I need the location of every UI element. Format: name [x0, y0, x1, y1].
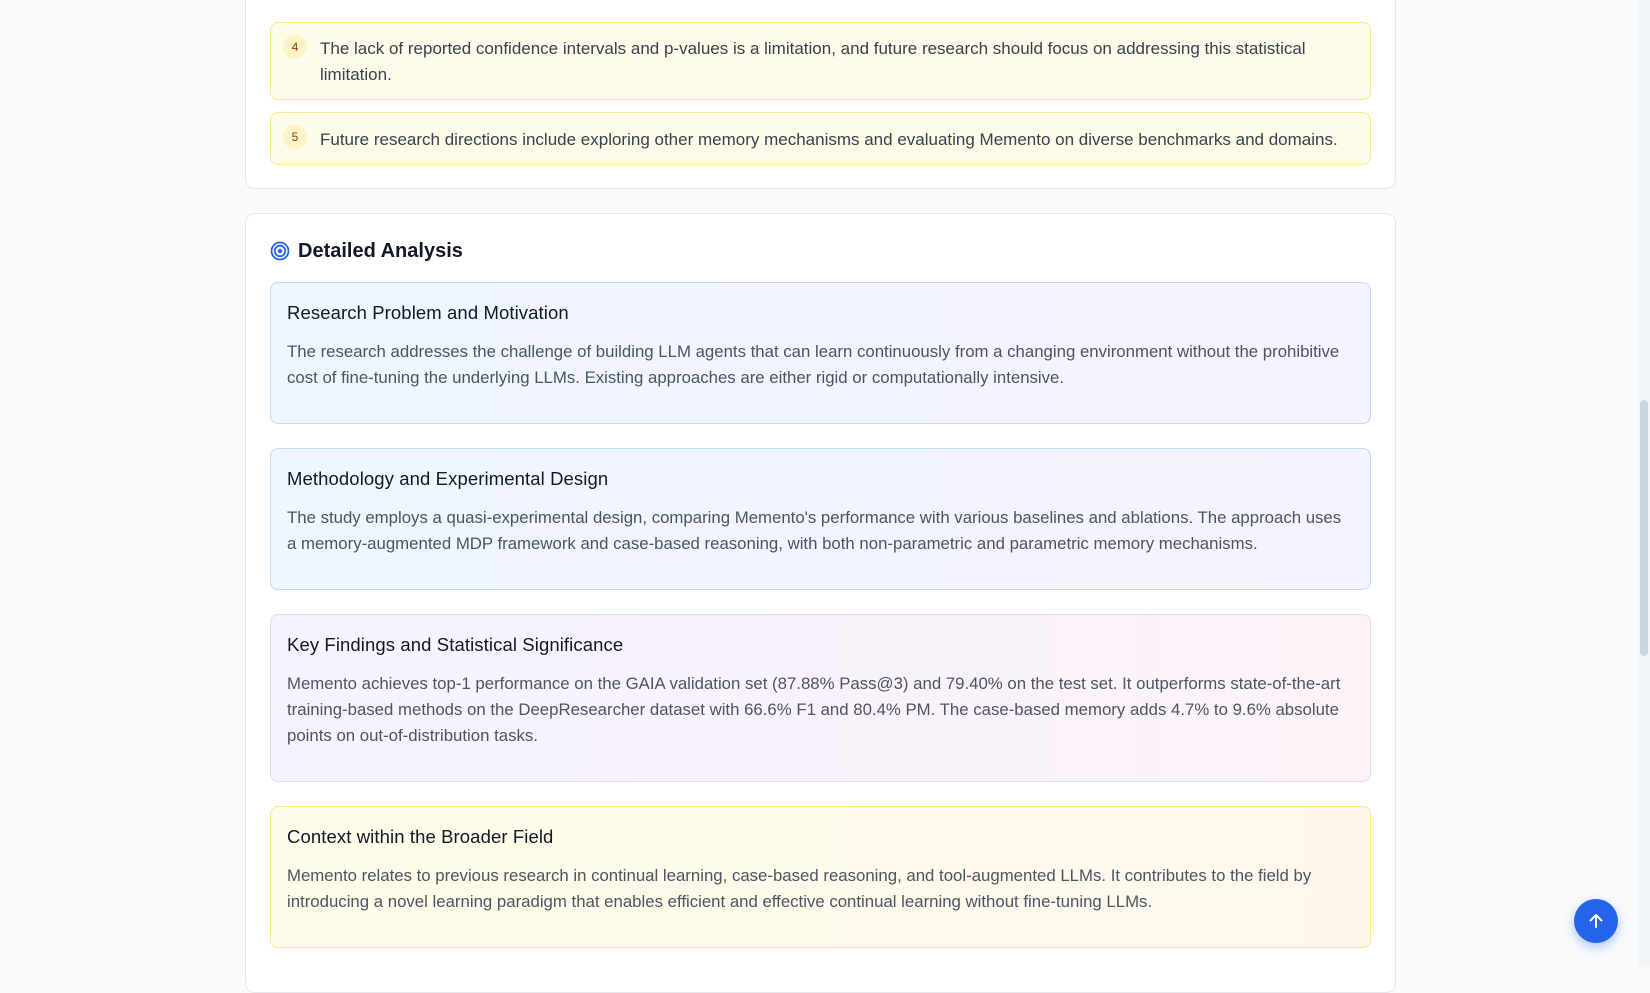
block-heading: Methodology and Experimental Design — [287, 468, 609, 489]
scrollbar[interactable] — [1638, 0, 1650, 967]
detailed-analysis-card: Detailed Analysis Research Problem and M… — [245, 213, 1396, 993]
analysis-block-research-problem: Research Problem and Motivation The rese… — [270, 282, 1371, 424]
analysis-block-key-findings: Key Findings and Statistical Significanc… — [270, 614, 1371, 782]
item-text: The lack of reported confidence interval… — [320, 39, 1306, 84]
scroll-to-top-button[interactable] — [1574, 899, 1618, 943]
item-number-badge: 4 — [283, 35, 307, 59]
limitation-item: 5 Future research directions include exp… — [270, 112, 1371, 165]
block-body: The research addresses the challenge of … — [287, 342, 1340, 387]
section-header: Detailed Analysis — [270, 236, 463, 266]
item-text: Future research directions include explo… — [320, 130, 1338, 149]
block-heading: Context within the Broader Field — [287, 826, 554, 847]
arrow-up-icon — [1589, 914, 1603, 928]
block-body: Memento achieves top-1 performance on th… — [287, 674, 1341, 745]
item-number-badge: 5 — [283, 125, 307, 149]
analysis-block-context: Context within the Broader Field Memento… — [270, 806, 1371, 948]
block-body: Memento relates to previous research in … — [287, 866, 1312, 911]
target-icon — [270, 241, 290, 261]
block-heading: Research Problem and Motivation — [287, 302, 569, 323]
limitation-item: 4 The lack of reported confidence interv… — [270, 22, 1371, 100]
section-title: Detailed Analysis — [298, 239, 463, 262]
block-heading: Key Findings and Statistical Significanc… — [287, 634, 624, 655]
scrollbar-thumb[interactable] — [1640, 400, 1648, 656]
analysis-block-methodology: Methodology and Experimental Design The … — [270, 448, 1371, 590]
block-body: The study employs a quasi-experimental d… — [287, 508, 1342, 553]
limitations-card: 4 The lack of reported confidence interv… — [245, 0, 1396, 189]
